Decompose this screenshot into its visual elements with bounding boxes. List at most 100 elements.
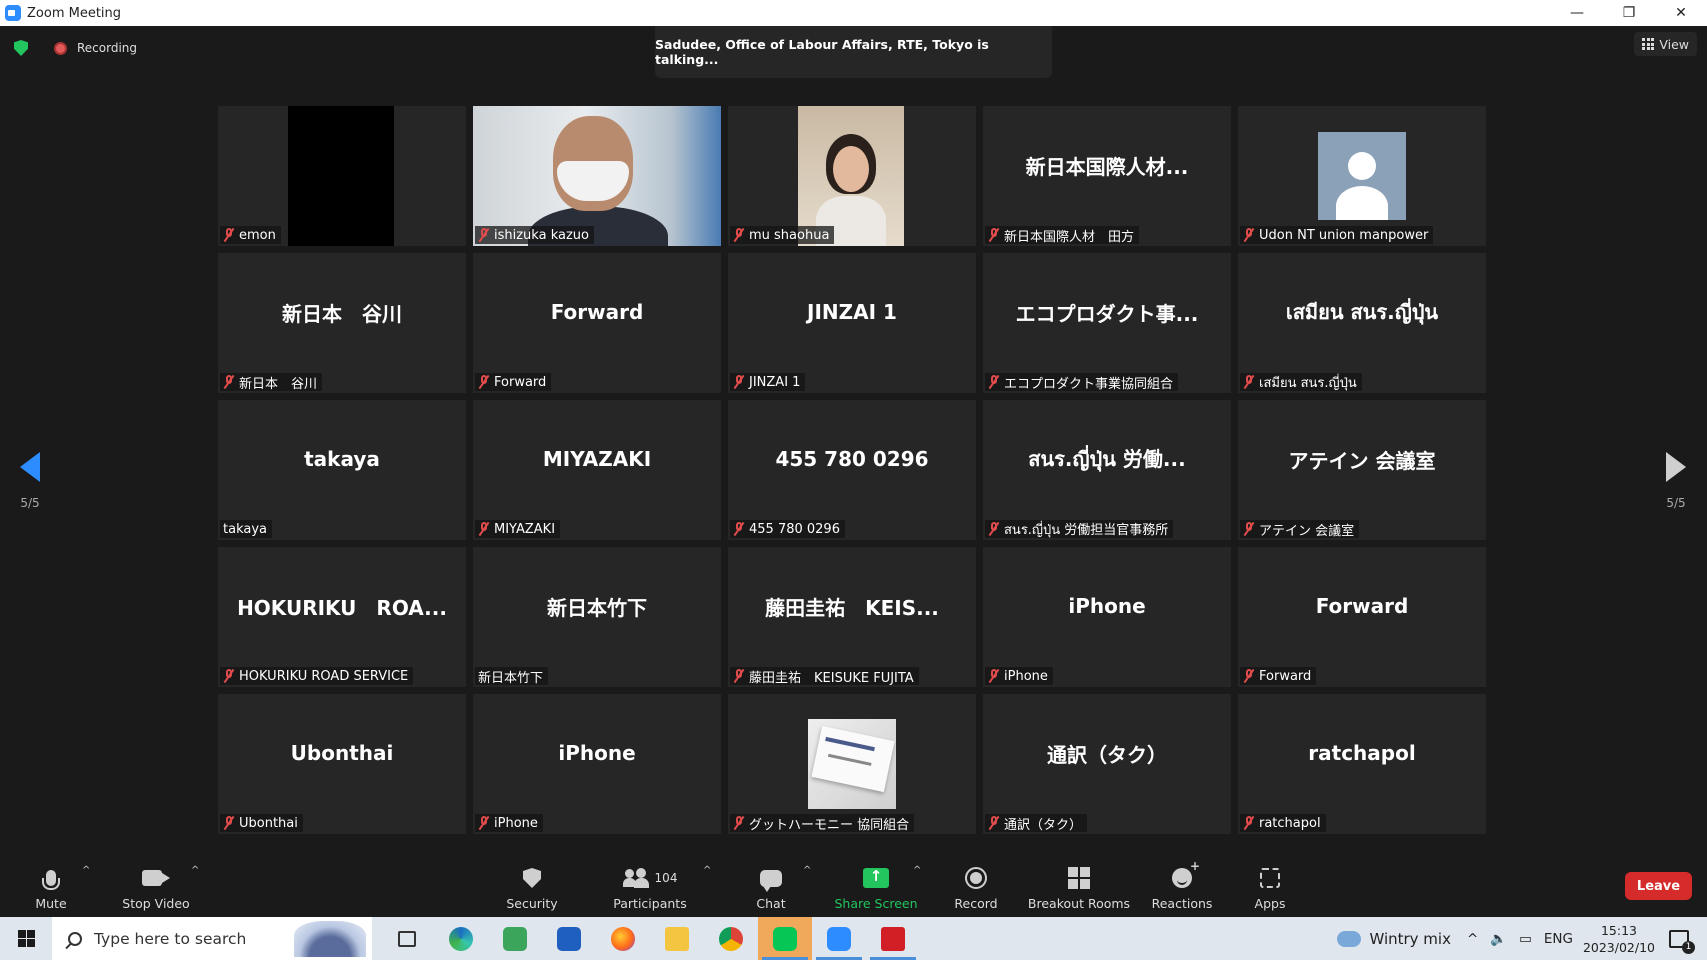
weather-cloud-icon [1337,930,1362,947]
participant-name: Ubonthai [239,815,298,831]
mic-muted-icon [988,816,1000,830]
video-options-caret[interactable]: ^ [191,865,199,876]
participant-name-tag: 新日本 谷川 [220,373,323,392]
participant-name: Forward [494,374,547,390]
participant-tile[interactable]: MIYAZAKI MIYAZAKI [473,400,721,540]
taskbar-clock[interactable]: 15:13 2023/02/10 [1583,922,1655,956]
participant-tile[interactable]: 455 780 0296 455 780 0296 [728,400,976,540]
participant-display-name: 藤田圭祐 KEIS... [765,595,939,620]
participant-tile[interactable]: アテイン 会議室 アテイン 会議室 [1238,400,1486,540]
record-icon [965,867,987,889]
mic-muted-icon [478,522,490,536]
file-explorer-button[interactable] [650,917,704,960]
notification-center-icon[interactable]: 1 [1669,929,1695,954]
task-view-icon [398,930,416,947]
task-view-button[interactable] [380,917,434,960]
reactions-button[interactable]: Reactions [1144,855,1220,917]
mic-muted-icon [988,375,1000,389]
security-button[interactable]: Security [500,855,564,917]
zoom-icon [827,926,851,951]
search-placeholder: Type here to search [94,929,247,948]
apps-button[interactable]: Apps [1240,855,1300,917]
participant-tile[interactable]: ishizuka kazuo [473,106,721,246]
taskbar-search-box[interactable]: Type here to search [52,917,372,960]
participant-tile[interactable]: HOKURIKU ROA... HOKURIKU ROAD SERVICE [218,547,466,687]
breakout-rooms-button[interactable]: Breakout Rooms [1026,855,1132,917]
participant-name: 新日本 谷川 [239,376,318,392]
next-page-arrow-icon[interactable] [1666,452,1686,482]
participant-name: グットハーモニー 協同組合 [749,817,910,833]
participant-tile[interactable]: mu shaohua [728,106,976,246]
participant-tile[interactable]: 新日本国際人材... 新日本国際人材 田方 [983,106,1231,246]
participant-video [473,106,721,246]
close-button[interactable]: ✕ [1655,0,1707,26]
chrome-button[interactable] [704,917,758,960]
participant-tile[interactable]: Forward Forward [1238,547,1486,687]
edge-button[interactable] [434,917,488,960]
participant-tile[interactable]: emon [218,106,466,246]
participant-tile[interactable]: Forward Forward [473,253,721,393]
taskbar-pinned-apps [380,917,920,960]
minimize-button[interactable]: — [1551,0,1603,26]
record-button[interactable]: Record [946,855,1006,917]
mute-button[interactable]: Mute [22,855,80,917]
stop-video-button[interactable]: Stop Video [116,855,196,917]
window-titlebar: Zoom Meeting — ❐ ✕ [0,0,1707,26]
start-button[interactable] [0,917,52,960]
participant-display-name: アテイン 会議室 [1288,448,1436,473]
edge-browser-icon [449,926,473,951]
participants-button[interactable]: 104 Participants [608,855,692,917]
meeting-info: Recording [14,40,137,56]
share-screen-button[interactable]: Share Screen [832,855,920,917]
participant-tile[interactable]: グットハーモニー 協同組合 [728,694,976,834]
participant-tile[interactable]: สนร.ญี่ปุ่น 労働... สนร.ญี่ปุ่น 労働担当官事務所 [983,400,1231,540]
chat-options-caret[interactable]: ^ [803,865,811,876]
app-button[interactable] [488,917,542,960]
participant-tile[interactable]: Udon NT union manpower [1238,106,1486,246]
participant-name-tag: emon [220,226,281,244]
volume-icon[interactable]: 🔈 [1490,931,1507,947]
participant-tile[interactable]: 新日本 谷川 新日本 谷川 [218,253,466,393]
show-hidden-icons-chevron[interactable]: ^ [1467,931,1478,947]
participant-tile[interactable]: 通訳（タク） 通訳（タク） [983,694,1231,834]
meeting-toolbar: Mute ^ Stop Video ^ Security 104 Partici… [0,855,1707,917]
language-indicator[interactable]: ENG [1544,931,1573,947]
security-shield-icon [523,868,541,888]
video-camera-icon [142,870,162,886]
audio-options-caret[interactable]: ^ [82,865,90,876]
firefox-button[interactable] [596,917,650,960]
display-icon[interactable]: ▭ [1519,931,1532,947]
participant-tile[interactable]: เสมียน สนร.ญี่ปุ่น เสมียน สนร.ญี่ปุ่น [1238,253,1486,393]
participant-name-tag: Forward [475,373,552,391]
participant-tile[interactable]: 藤田圭祐 KEIS... 藤田圭祐 KEISUKE FUJITA [728,547,976,687]
participant-display-name: takaya [304,447,380,471]
store-button[interactable] [542,917,596,960]
participant-tile[interactable]: 新日本竹下 新日本竹下 [473,547,721,687]
participant-tile[interactable]: iPhone iPhone [473,694,721,834]
prev-page-arrow-icon[interactable] [20,452,40,482]
participant-display-name: 455 780 0296 [775,447,929,471]
apps-label: Apps [1254,896,1286,911]
participants-options-caret[interactable]: ^ [703,865,711,876]
restore-button[interactable]: ❐ [1603,0,1655,26]
participant-tile[interactable]: JINZAI 1 JINZAI 1 [728,253,976,393]
prev-page[interactable]: 5/5 [10,452,50,510]
share-options-caret[interactable]: ^ [913,865,921,876]
weather-widget[interactable]: Wintry mix [1337,930,1451,948]
leave-button[interactable]: Leave [1625,872,1692,900]
participant-tile[interactable]: ratchapol ratchapol [1238,694,1486,834]
acrobat-button[interactable] [866,917,920,960]
participant-name: 藤田圭祐 KEISUKE FUJITA [749,670,914,686]
chat-button[interactable]: Chat [746,855,796,917]
participant-tile[interactable]: iPhone iPhone [983,547,1231,687]
next-page[interactable]: 5/5 [1656,452,1696,510]
participant-tile[interactable]: エコプロダクト事... エコプロダクト事業協同組合 [983,253,1231,393]
participant-tile[interactable]: Ubonthai Ubonthai [218,694,466,834]
participant-name-tag: 新日本国際人材 田方 [985,226,1140,245]
view-button[interactable]: View [1634,32,1697,56]
encryption-shield-icon[interactable] [14,40,28,56]
zoom-taskbar-button[interactable] [812,917,866,960]
participant-tile[interactable]: takaya takaya [218,400,466,540]
line-app-button[interactable] [758,917,812,960]
participant-display-name: HOKURIKU ROA... [237,595,447,620]
